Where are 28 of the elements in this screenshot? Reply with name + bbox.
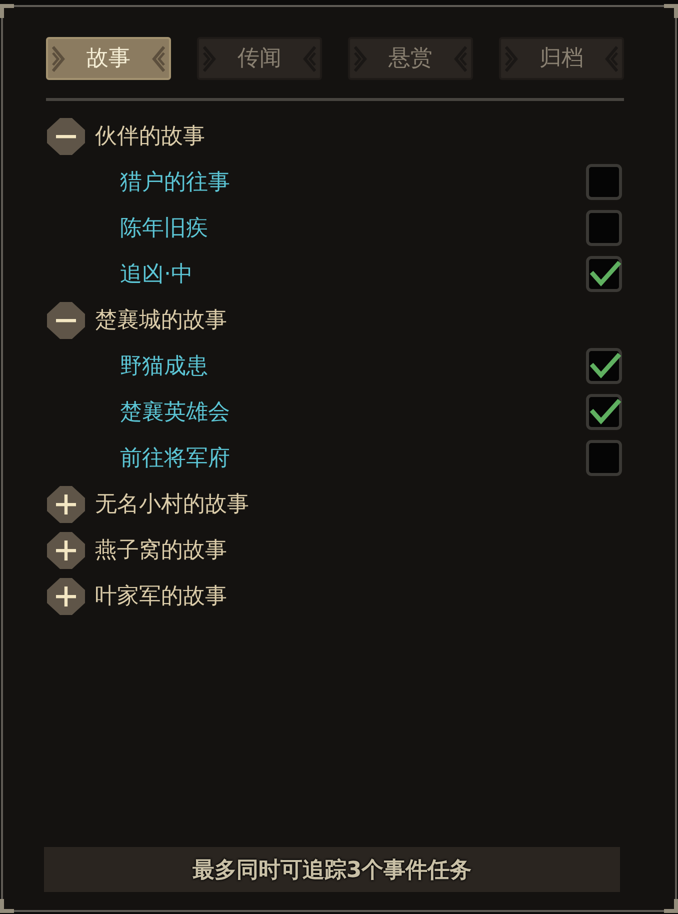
tab[interactable]: 故事 <box>46 37 171 80</box>
group-header[interactable]: 伙伴的故事 <box>46 118 205 154</box>
tab[interactable]: 悬赏 <box>348 37 473 80</box>
quest-title[interactable]: 楚襄英雄会 <box>120 397 230 427</box>
tab[interactable]: 传闻 <box>197 37 322 80</box>
quest-title[interactable]: 追凶·中 <box>120 259 193 289</box>
track-checkbox[interactable] <box>586 348 622 384</box>
group-header[interactable]: 无名小村的故事 <box>46 486 249 522</box>
track-checkbox[interactable] <box>586 394 622 430</box>
chevron-ornament-icon <box>52 44 66 74</box>
frame-corner-icon <box>0 4 14 18</box>
quest-title[interactable]: 前往将军府 <box>120 443 230 473</box>
track-checkbox[interactable] <box>586 440 622 476</box>
quest-title[interactable]: 陈年旧疾 <box>120 213 208 243</box>
track-checkbox[interactable] <box>586 256 622 292</box>
footer-hint-bar: 最多同时可追踪3个事件任务 <box>44 847 620 892</box>
quest-title[interactable]: 猎户的往事 <box>120 167 230 197</box>
track-checkbox[interactable] <box>586 164 622 200</box>
track-checkbox[interactable] <box>586 210 622 246</box>
group-header[interactable]: 燕子窝的故事 <box>46 532 227 568</box>
frame-corner-icon <box>664 4 678 18</box>
chevron-ornament-icon <box>151 44 165 74</box>
group-header[interactable]: 叶家军的故事 <box>46 578 227 614</box>
tab[interactable]: 归档 <box>499 37 624 80</box>
frame-corner-icon <box>0 899 14 913</box>
frame-corner-icon <box>664 899 678 913</box>
group-header[interactable]: 楚襄城的故事 <box>46 302 227 338</box>
quest-title[interactable]: 野猫成患 <box>120 351 208 381</box>
